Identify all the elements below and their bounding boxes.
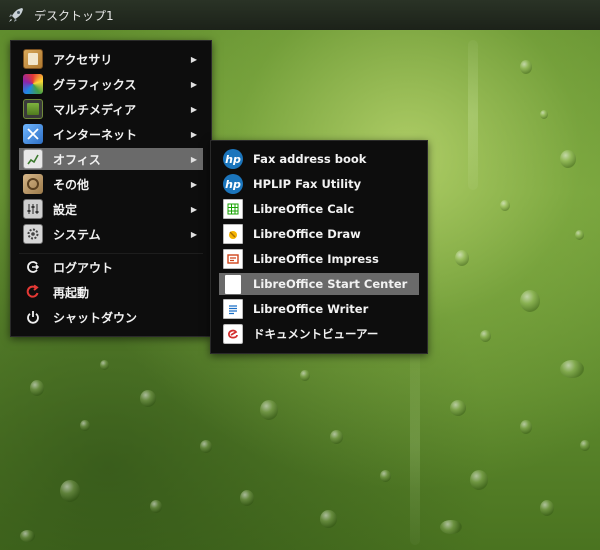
- submenu-item-label: LibreOffice Writer: [253, 302, 369, 316]
- top-panel: デスクトップ1: [0, 0, 600, 30]
- submenu-arrow-icon: ▶: [190, 179, 197, 189]
- accessories-icon: [23, 49, 43, 69]
- menu-item-label: インターネット: [53, 127, 138, 142]
- submenu-item-label: Fax address book: [253, 152, 367, 166]
- submenu-item-fax-address-book[interactable]: hp Fax address book: [219, 148, 419, 170]
- main-menu: アクセサリ ▶ グラフィックス ▶ マルチメディア ▶ インターネット ▶ オフ…: [10, 40, 212, 337]
- hp-icon: hp: [223, 174, 243, 194]
- menu-item-system[interactable]: システム ▶: [19, 223, 203, 245]
- reboot-icon: [23, 282, 43, 302]
- submenu-arrow-icon: ▶: [190, 154, 197, 164]
- office-submenu: hp Fax address book hp HPLIP Fax Utility…: [210, 140, 428, 354]
- menu-item-label: オフィス: [53, 152, 101, 167]
- desktop-name[interactable]: デスクトップ1: [34, 7, 114, 24]
- submenu-item-label: LibreOffice Start Center: [253, 277, 408, 291]
- menu-item-label: マルチメディア: [53, 102, 137, 117]
- submenu-item-libreoffice-draw[interactable]: LibreOffice Draw: [219, 223, 419, 245]
- menu-item-accessories[interactable]: アクセサリ ▶: [19, 48, 203, 70]
- menu-item-graphics[interactable]: グラフィックス ▶: [19, 73, 203, 95]
- submenu-arrow-icon: ▶: [190, 229, 197, 239]
- submenu-arrow-icon: ▶: [190, 129, 197, 139]
- settings-icon: [23, 199, 43, 219]
- menu-item-settings[interactable]: 設定 ▶: [19, 198, 203, 220]
- menu-separator: [19, 253, 203, 254]
- submenu-arrow-icon: ▶: [190, 104, 197, 114]
- system-icon: [23, 224, 43, 244]
- menu-item-internet[interactable]: インターネット ▶: [19, 123, 203, 145]
- draw-icon: [223, 224, 243, 244]
- menu-item-label: システム: [53, 227, 101, 242]
- logout-icon: [23, 257, 43, 277]
- submenu-item-libreoffice-writer[interactable]: LibreOffice Writer: [219, 298, 419, 320]
- submenu-item-label: ドキュメントビューアー: [253, 327, 379, 341]
- submenu-arrow-icon: ▶: [190, 204, 197, 214]
- menu-item-label: アクセサリ: [53, 52, 113, 67]
- menu-item-office[interactable]: オフィス ▶: [19, 148, 203, 170]
- multimedia-icon: [23, 99, 43, 119]
- document-viewer-icon: [223, 324, 243, 344]
- submenu-arrow-icon: ▶: [190, 79, 197, 89]
- graphics-icon: [23, 74, 43, 94]
- other-icon: [23, 174, 43, 194]
- menu-item-shutdown[interactable]: シャットダウン: [19, 306, 203, 328]
- submenu-item-label: LibreOffice Calc: [253, 202, 355, 216]
- menu-item-label: グラフィックス: [53, 77, 137, 92]
- office-icon: [23, 149, 43, 169]
- menu-item-label: シャットダウン: [53, 310, 138, 325]
- document-icon: [223, 274, 243, 294]
- submenu-item-label: LibreOffice Impress: [253, 252, 379, 266]
- menu-item-other[interactable]: その他 ▶: [19, 173, 203, 195]
- menu-item-logout[interactable]: ログアウト: [19, 256, 203, 278]
- submenu-item-hplip-fax-utility[interactable]: hp HPLIP Fax Utility: [219, 173, 419, 195]
- menu-item-multimedia[interactable]: マルチメディア ▶: [19, 98, 203, 120]
- hp-icon: hp: [223, 149, 243, 169]
- shutdown-icon: [23, 307, 43, 327]
- submenu-item-document-viewer[interactable]: ドキュメントビューアー: [219, 323, 419, 345]
- submenu-item-label: LibreOffice Draw: [253, 227, 361, 241]
- submenu-item-label: HPLIP Fax Utility: [253, 177, 362, 191]
- submenu-item-libreoffice-impress[interactable]: LibreOffice Impress: [219, 248, 419, 270]
- calc-icon: [223, 199, 243, 219]
- menu-item-label: 設定: [53, 202, 78, 217]
- submenu-item-libreoffice-calc[interactable]: LibreOffice Calc: [219, 198, 419, 220]
- submenu-item-libreoffice-start-center[interactable]: LibreOffice Start Center: [219, 273, 419, 295]
- internet-icon: [23, 124, 43, 144]
- menu-item-label: その他: [53, 177, 90, 192]
- impress-icon: [223, 249, 243, 269]
- menu-item-label: ログアウト: [53, 260, 114, 275]
- rocket-launcher-icon[interactable]: [6, 5, 26, 25]
- submenu-arrow-icon: ▶: [190, 54, 197, 64]
- menu-item-label: 再起動: [53, 285, 90, 300]
- writer-icon: [223, 299, 243, 319]
- menu-item-reboot[interactable]: 再起動: [19, 281, 203, 303]
